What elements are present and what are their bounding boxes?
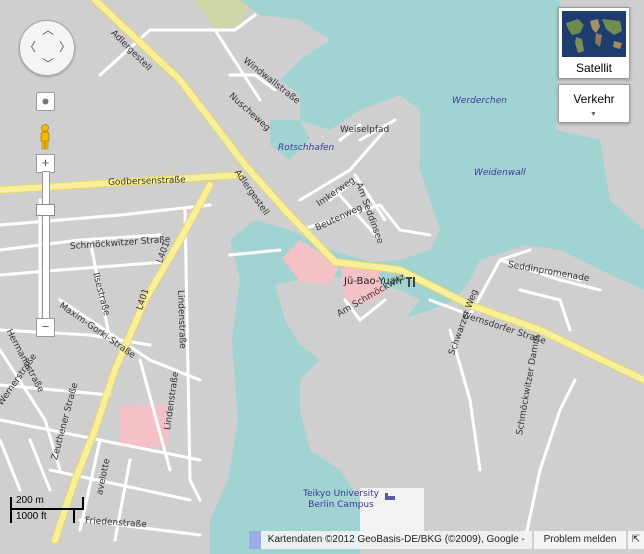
attribution-label: Kartendaten ©2012 GeoBasis-DE/BKG (©2009… xyxy=(267,534,525,545)
globe-thumbnail-icon xyxy=(562,11,626,57)
traffic-button[interactable]: Verkehr ▼ xyxy=(558,84,630,123)
pan-control[interactable]: ︿ ﹀ 〈 〉 xyxy=(19,20,75,76)
label-campus-line1: Teikyo University xyxy=(303,489,379,499)
satellite-label: Satellit xyxy=(575,61,613,75)
attribution-text: Kartendaten ©2012 GeoBasis-DE/BKG (©2009… xyxy=(249,531,532,549)
scale-imperial: 1000 ft xyxy=(16,511,47,522)
pan-left-icon[interactable]: 〈 xyxy=(24,41,36,53)
location-dot-icon[interactable] xyxy=(36,92,55,111)
report-problem-link[interactable]: Problem melden xyxy=(534,531,626,549)
zoom-out-button[interactable]: − xyxy=(36,318,55,337)
expand-corner-icon[interactable]: ⇱ xyxy=(628,531,644,549)
traffic-label: Verkehr xyxy=(573,92,615,106)
footer: Kartendaten ©2012 GeoBasis-DE/BKG (©2009… xyxy=(249,531,644,549)
label-lindenstrasse: Lindenstraße xyxy=(175,289,188,349)
scale-metric: 200 m xyxy=(16,495,44,506)
dropdown-arrow-icon: ▼ xyxy=(590,111,597,118)
label-werderchen: Werderchen xyxy=(452,96,507,106)
label-weiselpfad: Weiselpfad xyxy=(340,125,390,135)
satellite-button[interactable]: Satellit xyxy=(558,7,630,79)
pegman-icon[interactable] xyxy=(38,124,52,150)
zoom-slider-thumb[interactable] xyxy=(36,204,55,216)
map-canvas[interactable]: Adlergestell Adlergestell Windwallstraße… xyxy=(0,0,644,554)
scale-bar: 200 m 1000 ft xyxy=(10,495,85,525)
zoom-slider-track[interactable] xyxy=(42,171,50,321)
label-campus[interactable]: Teikyo University Berlin Campus xyxy=(303,489,379,511)
google-logo-icon xyxy=(249,531,261,549)
label-rotschhafen: Rotschhafen xyxy=(278,143,335,153)
label-campus-line2: Berlin Campus xyxy=(308,500,374,510)
pan-right-icon[interactable]: 〉 xyxy=(59,41,71,53)
pan-up-icon[interactable]: ︿ xyxy=(42,24,54,36)
pan-down-icon[interactable]: ﹀ xyxy=(42,58,54,70)
label-weidenwall: Weidenwall xyxy=(474,168,526,178)
label-ju-bao-yuan[interactable]: Jü-Bao-Yuan xyxy=(344,276,402,287)
